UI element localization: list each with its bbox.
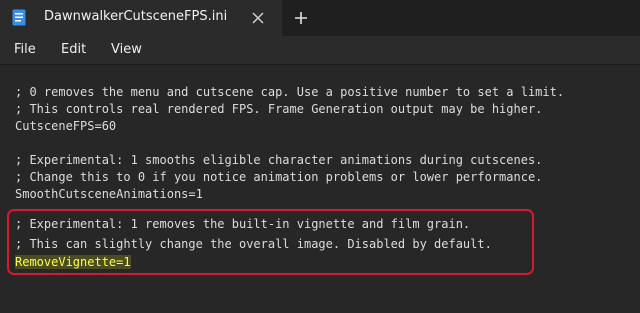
tab-active[interactable]: DawnwalkerCutsceneFPS.ini	[0, 0, 283, 36]
editor-line: ; Experimental: 1 smooths eligible chara…	[15, 153, 543, 167]
menu-edit[interactable]: Edit	[61, 42, 86, 57]
close-icon[interactable]	[251, 11, 265, 25]
editor-line: ; Change this to 0 if you notice animati…	[15, 170, 543, 184]
menu-view[interactable]: View	[111, 42, 142, 57]
plus-icon[interactable]	[293, 10, 309, 26]
menu-bar: File Edit View	[0, 36, 640, 64]
editor-line: ; This controls real rendered FPS. Frame…	[15, 102, 543, 116]
editor-line: CutsceneFPS=60	[15, 119, 117, 133]
editor-line: ; 0 removes the menu and cutscene cap. U…	[15, 85, 565, 99]
tab-title: DawnwalkerCutsceneFPS.ini	[44, 9, 228, 24]
menu-file[interactable]: File	[14, 42, 36, 57]
text-editor[interactable]: ; 0 removes the menu and cutscene cap. U…	[0, 64, 640, 313]
document-icon	[12, 9, 26, 26]
tab-bar: DawnwalkerCutsceneFPS.ini	[0, 0, 640, 36]
annotation-highlight-box	[7, 209, 534, 275]
editor-line: SmoothCutsceneAnimations=1	[15, 187, 203, 201]
